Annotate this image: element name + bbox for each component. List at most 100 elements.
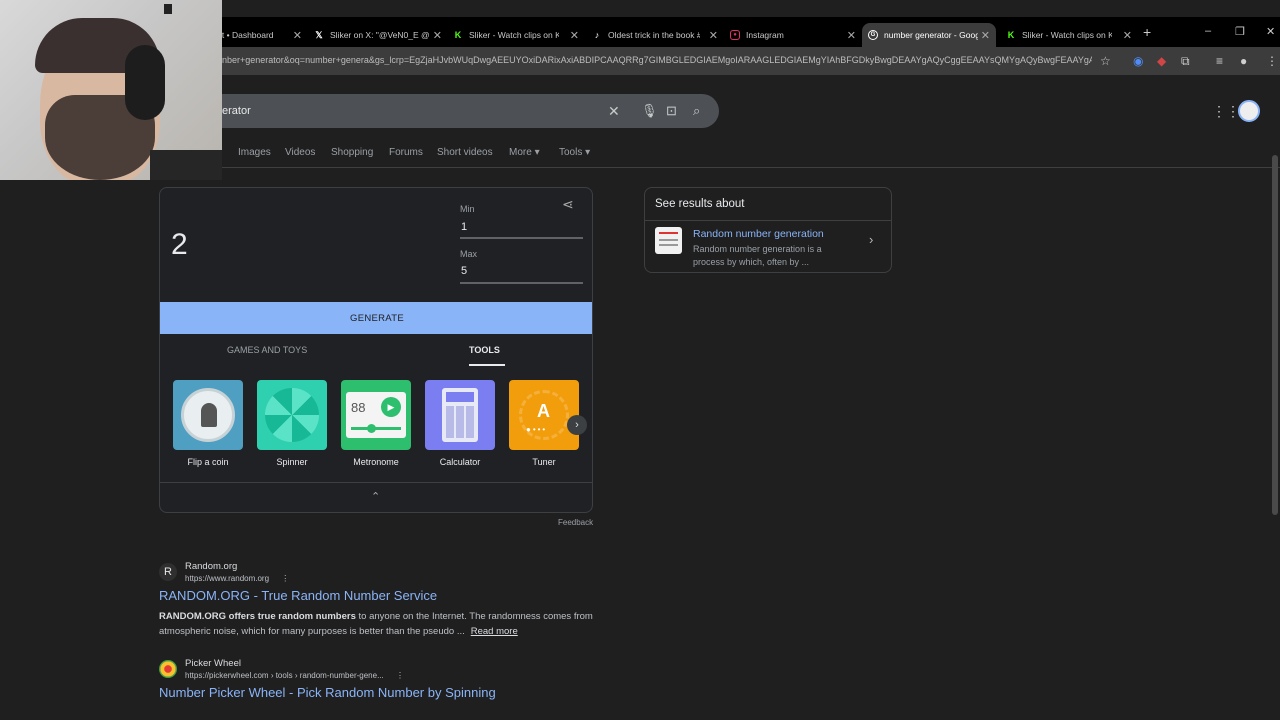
more-options-icon: ⋮ xyxy=(395,671,404,680)
calculator-tile[interactable] xyxy=(425,380,495,450)
restore-button[interactable]: ❐ xyxy=(1235,25,1245,38)
lens-icon[interactable]: ⊡ xyxy=(666,103,677,119)
new-tab-button[interactable]: + xyxy=(1143,24,1151,40)
generate-button[interactable]: GENERATE xyxy=(160,302,592,334)
metronome-tile[interactable]: 88 ▶ xyxy=(341,380,411,450)
tile-label: Spinner xyxy=(276,457,308,467)
url-field[interactable]: nber+generator&oq=number+genera&gs_lcrp=… xyxy=(222,55,1092,65)
share-icon[interactable]: ⋖ xyxy=(562,196,574,213)
category-tools[interactable]: TOOLS xyxy=(469,345,500,355)
see-results-about-panel: See results about Random number generati… xyxy=(644,187,892,273)
tile-label: Tuner xyxy=(532,457,556,467)
x-logo-icon: 𝕏 xyxy=(315,29,323,40)
result-snippet: RANDOM.ORG offers true random numbers to… xyxy=(159,611,593,637)
close-icon[interactable]: ✕ xyxy=(293,29,302,42)
min-underline xyxy=(460,237,583,239)
close-icon[interactable]: ✕ xyxy=(847,29,856,42)
tab-tools[interactable]: Tools ▾ xyxy=(559,147,590,158)
result-url[interactable]: https://www.random.org ⋮ xyxy=(185,574,289,583)
metronome-icon: 88 ▶ xyxy=(346,392,406,438)
result-title-link[interactable]: RANDOM.ORG - True Random Number Service xyxy=(159,588,437,603)
result-title-link[interactable]: Number Picker Wheel - Pick Random Number… xyxy=(159,685,496,700)
tab-title: Instagram xyxy=(746,30,784,40)
media-icon[interactable]: ≡ xyxy=(1216,54,1223,68)
topic-thumbnail xyxy=(655,227,682,254)
result-url[interactable]: https://pickerwheel.com › tools › random… xyxy=(185,671,404,680)
divider xyxy=(160,482,592,483)
extension-icon[interactable]: ◆ xyxy=(1157,54,1166,68)
read-more-link[interactable]: Read more xyxy=(471,626,518,637)
feedback-link[interactable]: Feedback xyxy=(558,518,593,527)
topic-description: Random number generation is a process by… xyxy=(693,244,822,267)
tile-label: Calculator xyxy=(439,457,481,467)
webcam-overlay xyxy=(0,0,222,180)
tab-title: Oldest trick in the book # xyxy=(608,30,700,40)
close-icon[interactable]: ✕ xyxy=(433,29,442,42)
category-games-and-toys[interactable]: GAMES AND TOYS xyxy=(227,345,307,355)
metronome-bpm: 88 xyxy=(351,400,366,415)
site-favicon: R xyxy=(159,563,177,581)
picker-wheel-favicon xyxy=(159,660,177,678)
close-window-button[interactable]: ✕ xyxy=(1266,25,1275,38)
tile-label: Flip a coin xyxy=(187,457,229,467)
avatar[interactable] xyxy=(1238,100,1260,122)
tab-kick-2[interactable]: K Sliker - Watch clips on Ki ✕ xyxy=(1006,23,1132,47)
tab-videos[interactable]: Videos xyxy=(285,147,315,158)
close-icon[interactable]: ✕ xyxy=(1123,29,1132,42)
tab-forums[interactable]: Forums xyxy=(389,147,423,158)
chevron-right-icon[interactable]: › xyxy=(567,415,587,435)
chevron-up-icon[interactable]: ⌃ xyxy=(371,490,380,503)
tab-instagram[interactable]: ● Instagram ✕ xyxy=(730,23,856,47)
tile-label: Metronome xyxy=(353,457,399,467)
close-icon[interactable]: ✕ xyxy=(570,29,579,42)
tab-title: Sliker - Watch clips on Ki xyxy=(469,30,559,40)
tab-tiktok[interactable]: ♪ Oldest trick in the book # ✕ xyxy=(592,23,718,47)
close-icon[interactable]: ✕ xyxy=(709,29,718,42)
headset xyxy=(125,45,165,120)
play-icon: ▶ xyxy=(381,397,401,417)
puzzle-icon[interactable]: ⧉ xyxy=(1181,54,1190,69)
minimize-button[interactable]: – xyxy=(1205,25,1211,37)
tab-title: number generator - Goog xyxy=(884,30,978,40)
google-logo-icon: G xyxy=(868,30,878,40)
tab-shopping[interactable]: Shopping xyxy=(331,147,373,158)
search-input[interactable]: erator ✕ 🎙 ⊡ ⌕ xyxy=(200,94,719,128)
microphone-icon[interactable]: 🎙 xyxy=(641,103,658,119)
tuner-note: A xyxy=(537,401,550,421)
spinner-tile[interactable] xyxy=(257,380,327,450)
calculator-icon xyxy=(442,388,478,442)
tab-short-videos[interactable]: Short videos xyxy=(437,147,493,158)
scrollbar[interactable] xyxy=(1272,155,1278,515)
min-field[interactable]: 1 xyxy=(461,221,467,233)
max-field[interactable]: 5 xyxy=(461,265,467,277)
menu-dots-icon[interactable]: ⋮ xyxy=(1266,54,1278,68)
divider xyxy=(200,167,1280,168)
topic-link[interactable]: Random number generation xyxy=(693,228,824,240)
profile-icon[interactable]: ● xyxy=(1240,54,1247,68)
tab-title: it • Dashboard xyxy=(220,30,274,40)
clear-icon[interactable]: ✕ xyxy=(608,103,620,120)
max-label: Max xyxy=(460,249,478,259)
tab-google-active[interactable]: G number generator - Goog ✕ xyxy=(862,23,996,47)
extension-icon[interactable]: ◉ xyxy=(1133,54,1143,68)
tuner-icon: A ●••• xyxy=(519,390,569,440)
tuner-tile[interactable]: A ●••• xyxy=(509,380,579,450)
chevron-right-icon[interactable]: › xyxy=(869,232,873,247)
tab-title: Sliker - Watch clips on Ki xyxy=(1022,30,1112,40)
close-icon[interactable]: ✕ xyxy=(981,29,990,42)
result-site-name[interactable]: Random.org xyxy=(185,561,237,572)
random-number-generator-card: 2 ⋖ Min 1 Max 5 GENERATE GAMES AND TOYS … xyxy=(159,187,593,513)
active-category-indicator xyxy=(469,364,505,366)
panel-heading: See results about xyxy=(655,198,745,210)
tab-images[interactable]: Images xyxy=(238,147,271,158)
search-icon[interactable]: ⌕ xyxy=(693,103,700,119)
tab-x[interactable]: 𝕏 Sliker on X: "@VeN0_E @ ✕ xyxy=(314,23,442,47)
bookmark-star-icon[interactable]: ☆ xyxy=(1100,54,1111,68)
tab-dashboard[interactable]: it • Dashboard ✕ xyxy=(220,23,302,47)
tab-kick[interactable]: K Sliker - Watch clips on Ki ✕ xyxy=(453,23,579,47)
min-label: Min xyxy=(460,204,475,214)
tab-more[interactable]: More ▾ xyxy=(509,147,540,158)
flip-a-coin-tile[interactable] xyxy=(173,380,243,450)
search-query: erator xyxy=(222,105,251,117)
result-site-name[interactable]: Picker Wheel xyxy=(185,658,241,669)
